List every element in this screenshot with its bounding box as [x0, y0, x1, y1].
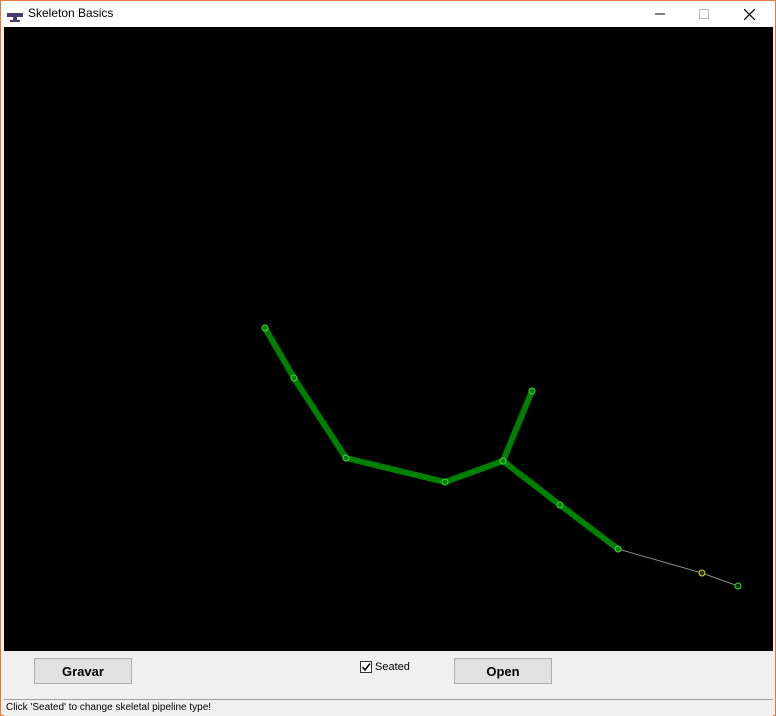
bone-inferred	[701, 572, 739, 587]
joint	[441, 478, 449, 486]
checkmark-icon	[361, 663, 371, 672]
joint	[556, 501, 564, 509]
app-window: Skeleton Basics Gravar Seated Open Click…	[0, 0, 776, 716]
bone	[291, 376, 349, 460]
joint	[734, 582, 742, 590]
maximize-icon	[699, 9, 709, 19]
joint	[614, 545, 622, 553]
joint	[290, 374, 298, 382]
open-button[interactable]: Open	[454, 658, 552, 684]
bone	[558, 502, 620, 552]
skeleton-drawing	[261, 324, 742, 590]
seated-checkbox[interactable]: Seated	[360, 661, 410, 673]
status-bar: Click 'Seated' to change skeletal pipeli…	[4, 699, 773, 716]
status-text: Click 'Seated' to change skeletal pipeli…	[6, 702, 212, 713]
joint	[528, 387, 536, 395]
joint	[499, 457, 507, 465]
bone	[500, 389, 535, 463]
skeleton-canvas	[4, 27, 773, 651]
bone	[443, 458, 505, 485]
joint-inferred	[698, 569, 706, 577]
kinect-sensor-icon	[7, 9, 23, 22]
close-button[interactable]	[726, 1, 772, 27]
window-title: Skeleton Basics	[28, 6, 114, 20]
maximize-button[interactable]	[681, 1, 727, 27]
record-button[interactable]: Gravar	[34, 658, 132, 684]
minimize-icon	[655, 13, 665, 15]
title-bar[interactable]: Skeleton Basics	[1, 1, 775, 27]
bone	[262, 326, 297, 380]
minimize-button[interactable]	[637, 1, 683, 27]
bone	[345, 455, 446, 485]
bone-inferred	[617, 548, 703, 574]
joint	[261, 324, 269, 332]
seated-checkbox-box[interactable]	[360, 661, 372, 673]
bone	[501, 458, 562, 508]
skeleton-bones	[262, 326, 739, 587]
close-icon	[743, 8, 755, 20]
joint	[342, 454, 350, 462]
seated-checkbox-label: Seated	[375, 661, 410, 673]
